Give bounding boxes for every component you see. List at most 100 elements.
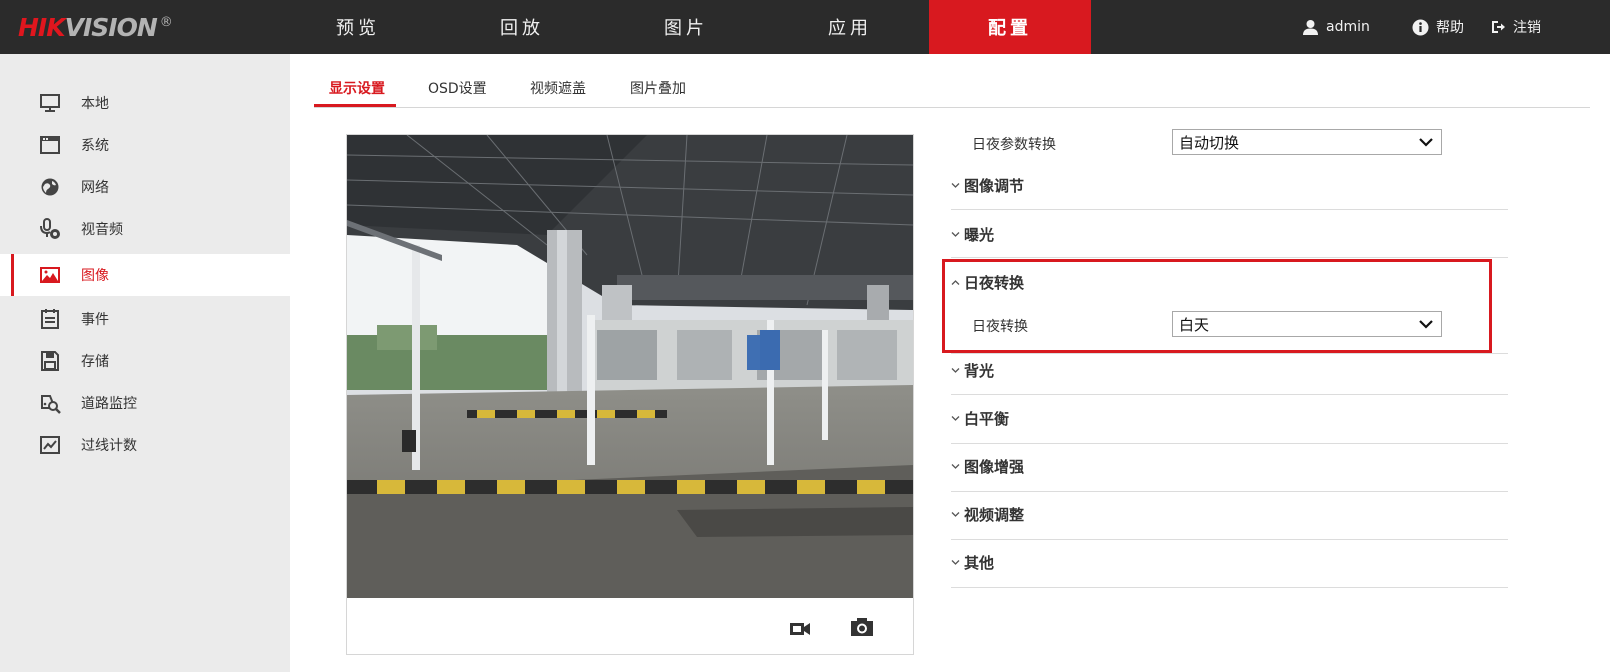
section-label: 日夜转换	[964, 274, 1025, 292]
user-account[interactable]: admin	[1302, 0, 1370, 54]
chevron-up-icon	[951, 279, 960, 286]
day-night-param-switch-label: 日夜参数转换	[972, 137, 1056, 153]
logo-hik-text: HIK	[18, 12, 66, 42]
section-label: 背光	[964, 362, 995, 380]
microphone-icon	[38, 218, 62, 239]
section-day-night-switch[interactable]: 日夜转换	[951, 272, 1024, 293]
logout-link[interactable]: 注销	[1490, 0, 1541, 54]
section-divider	[951, 353, 1508, 354]
nav-picture[interactable]: 图片	[604, 0, 768, 54]
day-night-switch-label: 日夜转换	[972, 319, 1028, 335]
monitor-icon	[38, 93, 62, 113]
help-link[interactable]: 帮助	[1412, 0, 1464, 54]
section-video-adjust[interactable]: 视频调整	[951, 504, 1024, 525]
section-divider	[951, 587, 1508, 588]
chevron-down-icon	[951, 182, 960, 189]
chevron-down-icon	[1419, 138, 1433, 147]
sidebar-item-local[interactable]: 本地	[0, 82, 290, 124]
section-exposure[interactable]: 曝光	[951, 224, 994, 245]
sidebar-item-network[interactable]: 网络	[0, 166, 290, 208]
sidebar-item-label: 图像	[81, 268, 109, 284]
sidebar-item-line-crossing-count[interactable]: 过线计数	[0, 424, 290, 466]
tab-display-settings[interactable]: 显示设置	[329, 78, 385, 98]
logout-icon	[1492, 21, 1505, 33]
section-white-balance[interactable]: 白平衡	[951, 408, 1009, 429]
sidebar-item-video-audio[interactable]: 视音频	[0, 208, 290, 250]
section-label: 图像调节	[964, 177, 1025, 195]
section-label: 图像增强	[964, 458, 1025, 476]
help-label: 帮助	[1436, 20, 1464, 36]
day-night-param-switch-select[interactable]: 自动切换	[1172, 129, 1442, 155]
hikvision-logo: HIK VISION ®	[18, 11, 173, 43]
chevron-down-icon	[951, 367, 960, 374]
sidebar-item-label: 道路监控	[81, 396, 137, 412]
nav-playback-label: 回放	[500, 18, 544, 39]
section-backlight[interactable]: 背光	[951, 360, 994, 381]
chevron-down-icon	[951, 415, 960, 422]
sidebar-item-label: 系统	[81, 138, 109, 154]
sidebar-item-storage[interactable]: 存储	[0, 340, 290, 382]
sidebar-item-event[interactable]: 事件	[0, 298, 290, 340]
section-image-adjust[interactable]: 图像调节	[951, 175, 1024, 196]
chevron-down-icon	[951, 231, 960, 238]
car-search-icon	[38, 393, 62, 414]
highlight-box	[942, 259, 1492, 353]
record-icon[interactable]	[789, 619, 811, 637]
sidebar-item-system[interactable]: 系统	[0, 124, 290, 166]
nav-application-label: 应用	[828, 18, 872, 39]
day-night-param-switch-value: 自动切换	[1179, 133, 1240, 152]
logo-registered-mark: ®	[159, 14, 173, 30]
calendar-icon	[38, 309, 62, 329]
section-divider	[951, 443, 1508, 444]
section-divider	[951, 491, 1508, 492]
nav-configuration-label: 配置	[988, 18, 1032, 39]
nav-picture-label: 图片	[664, 18, 708, 39]
nav-configuration[interactable]: 配置	[929, 0, 1091, 54]
info-icon	[1412, 19, 1429, 35]
sidebar-item-label: 网络	[81, 180, 109, 196]
section-image-enhance[interactable]: 图像增强	[951, 456, 1024, 477]
chart-icon	[38, 435, 62, 455]
section-divider	[951, 209, 1508, 210]
section-divider	[951, 257, 1508, 258]
section-label: 其他	[964, 554, 995, 572]
window-icon	[38, 135, 62, 155]
image-icon	[38, 265, 62, 285]
sidebar-item-image[interactable]: 图像	[0, 254, 290, 296]
tab-video-masking[interactable]: 视频遮盖	[530, 78, 586, 98]
sidebar-item-road-monitoring[interactable]: 道路监控	[0, 382, 290, 424]
sidebar-item-label: 本地	[81, 96, 109, 112]
nav-preview-label: 预览	[336, 18, 380, 39]
globe-icon	[38, 177, 62, 197]
sidebar-item-label: 事件	[81, 312, 109, 328]
nav-playback[interactable]: 回放	[440, 0, 604, 54]
section-label: 视频调整	[964, 506, 1025, 524]
chevron-down-icon	[951, 463, 960, 470]
section-label: 白平衡	[964, 410, 1010, 428]
section-label: 曝光	[964, 226, 995, 244]
tab-osd-settings[interactable]: OSD设置	[428, 78, 487, 98]
camera-live-view[interactable]	[347, 135, 913, 598]
user-icon	[1303, 19, 1318, 35]
tab-image-overlay[interactable]: 图片叠加	[630, 78, 686, 98]
sidebar-item-label: 视音频	[81, 222, 123, 238]
logo-vision-text: VISION	[64, 12, 158, 42]
section-divider	[951, 394, 1508, 395]
chevron-down-icon	[951, 559, 960, 566]
sidebar-item-label: 过线计数	[81, 438, 137, 454]
day-night-switch-select[interactable]: 白天	[1172, 311, 1442, 337]
sidebar: 本地 系统 网络 视音频 图像 事件 存储 道路监控 过线计数	[0, 54, 290, 672]
floppy-icon	[38, 351, 62, 371]
top-navigation-bar: HIK VISION ® 预览 回放 图片 应用 配置 admin 帮助 注销	[0, 0, 1610, 54]
day-night-switch-value: 白天	[1179, 315, 1210, 334]
live-preview-panel	[346, 134, 914, 655]
logout-label: 注销	[1513, 20, 1541, 36]
nav-application[interactable]: 应用	[768, 0, 932, 54]
camera-capture-icon[interactable]	[850, 617, 874, 637]
chevron-down-icon	[1419, 320, 1433, 329]
section-divider	[951, 539, 1508, 540]
section-other[interactable]: 其他	[951, 552, 994, 573]
chevron-down-icon	[951, 511, 960, 518]
nav-preview[interactable]: 预览	[276, 0, 440, 54]
sidebar-item-label: 存储	[81, 354, 109, 370]
